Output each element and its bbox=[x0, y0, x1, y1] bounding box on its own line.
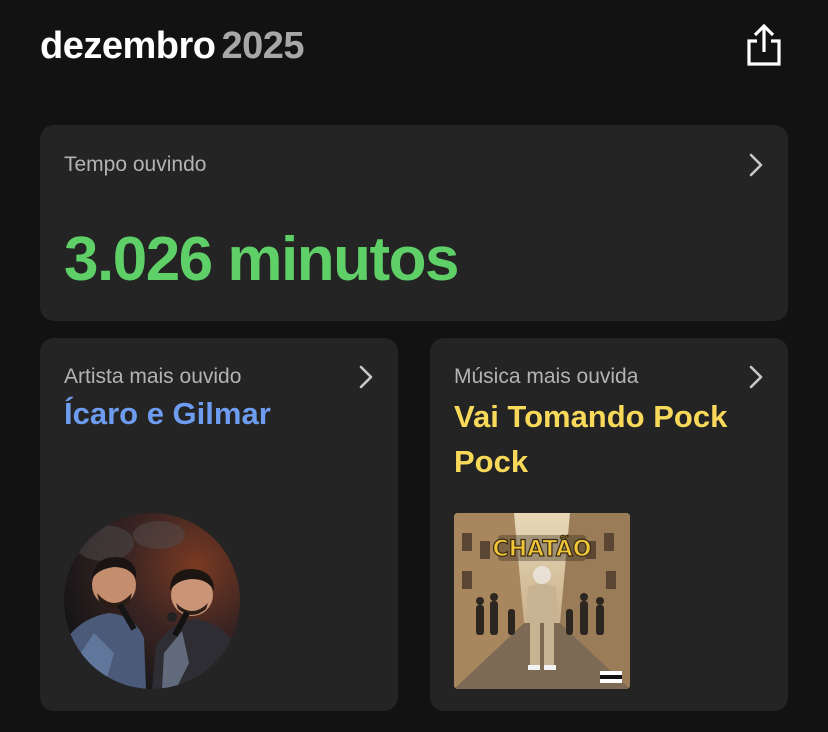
listening-time-value: 3.026 minutos bbox=[64, 225, 459, 294]
top-song-card[interactable]: Música mais ouvida Vai Tomando Pock Pock bbox=[430, 338, 788, 711]
listening-time-card[interactable]: Tempo ouvindo 3.026 minutos bbox=[40, 125, 788, 321]
album-cover: CHATÃO bbox=[454, 513, 630, 689]
chevron-right-icon bbox=[359, 365, 373, 389]
album-cover-title: CHATÃO bbox=[493, 536, 592, 562]
page-title: dezembro 2025 bbox=[40, 24, 305, 68]
chevron-right-icon bbox=[749, 153, 763, 177]
chevron-right-icon bbox=[749, 365, 763, 389]
top-song-name: Vai Tomando Pock Pock bbox=[454, 399, 728, 479]
top-artist-name: Ícaro e Gilmar bbox=[64, 396, 271, 431]
artist-avatar bbox=[64, 513, 240, 689]
listening-time-label: Tempo ouvindo bbox=[64, 153, 207, 176]
recap-page: dezembro 2025 Tempo ouvindo 3.026 minutos… bbox=[0, 0, 828, 732]
share-button[interactable] bbox=[744, 22, 784, 68]
top-song-label: Música mais ouvida bbox=[454, 365, 639, 388]
top-artist-card[interactable]: Artista mais ouvido Ícaro e Gilmar bbox=[40, 338, 398, 711]
top-artist-label: Artista mais ouvido bbox=[64, 365, 242, 388]
month-label: dezembro bbox=[40, 25, 216, 67]
year-label: 2025 bbox=[221, 25, 305, 67]
share-icon bbox=[747, 23, 781, 66]
